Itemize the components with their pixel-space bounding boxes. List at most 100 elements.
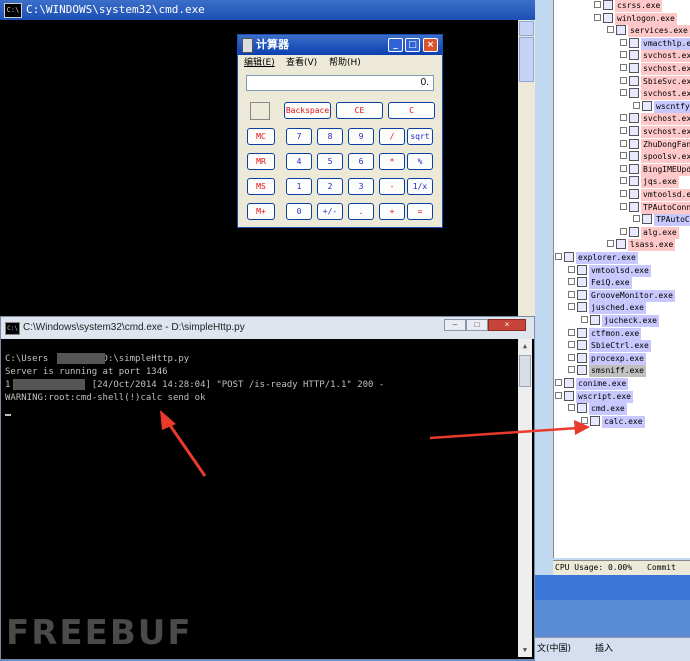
close-button[interactable]: × xyxy=(423,38,438,52)
expand-toggle-icon[interactable] xyxy=(607,240,614,248)
expand-toggle-icon[interactable] xyxy=(594,1,601,8)
scroll-thumb[interactable] xyxy=(519,37,534,82)
calc-button[interactable]: 8 xyxy=(317,128,343,145)
calc-button-ce[interactable]: CE xyxy=(336,102,383,119)
calc-button-backspace[interactable]: Backspace xyxy=(284,102,331,119)
calc-button[interactable]: 5 xyxy=(317,153,343,170)
expand-toggle-icon[interactable] xyxy=(620,76,627,84)
calc-button[interactable]: / xyxy=(379,128,405,145)
process-row[interactable]: svchost.exe xyxy=(620,63,690,75)
process-row[interactable]: calc.exe xyxy=(581,415,645,428)
process-row[interactable]: TPAutoConnect.exe xyxy=(633,214,690,227)
expand-toggle-icon[interactable] xyxy=(620,51,627,59)
calc-button[interactable]: 9 xyxy=(348,128,374,145)
calc-button[interactable]: sqrt xyxy=(407,128,433,145)
expand-toggle-icon[interactable] xyxy=(620,64,627,71)
process-row[interactable]: GrooveMonitor.exe xyxy=(568,289,675,302)
calc-button[interactable]: 3 xyxy=(348,178,374,195)
ime-insert-mode[interactable]: 插入 xyxy=(595,638,613,660)
expand-toggle-icon[interactable] xyxy=(620,114,627,122)
expand-toggle-icon[interactable] xyxy=(620,152,627,160)
expand-toggle-icon[interactable] xyxy=(620,227,627,235)
expand-toggle-icon[interactable] xyxy=(620,127,627,134)
calc-button[interactable]: 0 xyxy=(286,203,312,220)
process-row[interactable]: procexp.exe xyxy=(568,352,646,365)
expand-toggle-icon[interactable] xyxy=(633,101,640,109)
process-row[interactable]: wscntfy.exe xyxy=(633,100,690,113)
process-row[interactable]: FeiQ.exe xyxy=(568,277,632,290)
maximize-button[interactable]: □ xyxy=(466,319,488,331)
process-row[interactable]: jqs.exe xyxy=(620,176,679,189)
process-row[interactable]: ctfmon.exe xyxy=(568,327,642,340)
expand-toggle-icon[interactable] xyxy=(620,89,627,97)
process-row[interactable]: ZhuDongFangYu.exe xyxy=(620,138,690,151)
calc-button[interactable]: = xyxy=(407,203,433,220)
expand-toggle-icon[interactable] xyxy=(555,253,562,260)
expand-toggle-icon[interactable] xyxy=(607,26,614,34)
cmd-bottom-titlebar[interactable]: C:\ C:\Windows\system32\cmd.exe - D:\sim… xyxy=(1,317,534,339)
calc-button[interactable]: MR xyxy=(247,153,275,170)
cmd-window-bottom[interactable]: C:\ C:\Windows\system32\cmd.exe - D:\sim… xyxy=(0,316,535,660)
menu-edit[interactable]: 编辑(E) xyxy=(241,55,278,71)
expand-toggle-icon[interactable] xyxy=(594,13,601,21)
process-row[interactable]: explorer.exe xyxy=(555,252,638,264)
process-row[interactable]: svchost.exe xyxy=(620,88,690,101)
expand-toggle-icon[interactable] xyxy=(555,379,562,386)
calc-button-c[interactable]: C xyxy=(388,102,435,119)
menu-help[interactable]: 帮助(H) xyxy=(326,55,364,71)
process-row[interactable]: alg.exe xyxy=(620,226,679,239)
calc-button[interactable]: 2 xyxy=(317,178,343,195)
process-row[interactable]: BingIMEUpdate.exe xyxy=(620,163,690,176)
process-row[interactable]: vmtoolsd.exe xyxy=(620,189,690,201)
cmd-top-scrollbar[interactable] xyxy=(518,20,535,330)
process-row[interactable]: svchost.exe xyxy=(620,50,690,63)
menu-view[interactable]: 查看(V) xyxy=(283,55,320,71)
process-row[interactable]: TPAutoConnSvc.exe xyxy=(620,201,690,214)
calc-button[interactable]: . xyxy=(348,203,374,220)
calculator-titlebar[interactable]: 计算器 _ □ × xyxy=(238,35,442,55)
process-row[interactable]: vmtoolsd.exe xyxy=(568,264,651,277)
calc-button[interactable]: % xyxy=(407,153,433,170)
process-tree[interactable]: csrss.exe winlogon.exe services.exe vmacthl… xyxy=(553,0,690,558)
maximize-button[interactable]: □ xyxy=(405,38,420,52)
calc-button[interactable]: MS xyxy=(247,178,275,195)
process-row[interactable]: cmd.exe xyxy=(568,403,627,416)
scroll-up-arrow-icon[interactable] xyxy=(519,21,534,36)
expand-toggle-icon[interactable] xyxy=(620,202,627,210)
calc-button[interactable]: 6 xyxy=(348,153,374,170)
calc-button[interactable]: * xyxy=(379,153,405,170)
expand-toggle-icon[interactable] xyxy=(568,303,575,311)
expand-toggle-icon[interactable] xyxy=(620,38,627,46)
process-row[interactable]: csrss.exe xyxy=(594,0,663,12)
process-row[interactable]: smsniff.exe xyxy=(568,365,646,378)
process-row[interactable]: jucheck.exe xyxy=(581,315,659,327)
process-row[interactable]: vmacthlp.exe xyxy=(620,37,690,50)
ime-language[interactable]: 文(中国) xyxy=(537,638,571,660)
expand-toggle-icon[interactable] xyxy=(620,177,627,185)
process-row[interactable]: spoolsv.exe xyxy=(620,151,690,164)
process-row[interactable]: SbieSvc.exe xyxy=(620,75,690,88)
process-row[interactable]: services.exe xyxy=(607,25,690,38)
expand-toggle-icon[interactable] xyxy=(620,139,627,147)
expand-toggle-icon[interactable] xyxy=(581,416,588,424)
calc-button[interactable]: 7 xyxy=(286,128,312,145)
scroll-thumb[interactable] xyxy=(519,355,531,387)
process-row[interactable]: lsass.exe xyxy=(607,239,676,252)
expand-toggle-icon[interactable] xyxy=(568,366,575,374)
expand-toggle-icon[interactable] xyxy=(581,316,588,323)
calculator-window[interactable]: 计算器 _ □ × 编辑(E) 查看(V) 帮助(H) 0. Backspace… xyxy=(237,34,443,228)
cmd-bottom-scrollbar[interactable]: ▲ ▼ xyxy=(518,339,532,657)
process-row[interactable]: SbieCtrl.exe xyxy=(568,340,651,353)
calc-button[interactable]: + xyxy=(379,203,405,220)
expand-toggle-icon[interactable] xyxy=(633,215,640,223)
expand-toggle-icon[interactable] xyxy=(568,341,575,349)
calc-button[interactable]: - xyxy=(379,178,405,195)
calc-button[interactable]: 1 xyxy=(286,178,312,195)
expand-toggle-icon[interactable] xyxy=(568,353,575,361)
calc-button[interactable]: M+ xyxy=(247,203,275,220)
expand-toggle-icon[interactable] xyxy=(620,164,627,172)
expand-toggle-icon[interactable] xyxy=(568,278,575,286)
expand-toggle-icon[interactable] xyxy=(620,190,627,197)
expand-toggle-icon[interactable] xyxy=(568,290,575,298)
process-row[interactable]: wscript.exe xyxy=(555,390,633,403)
